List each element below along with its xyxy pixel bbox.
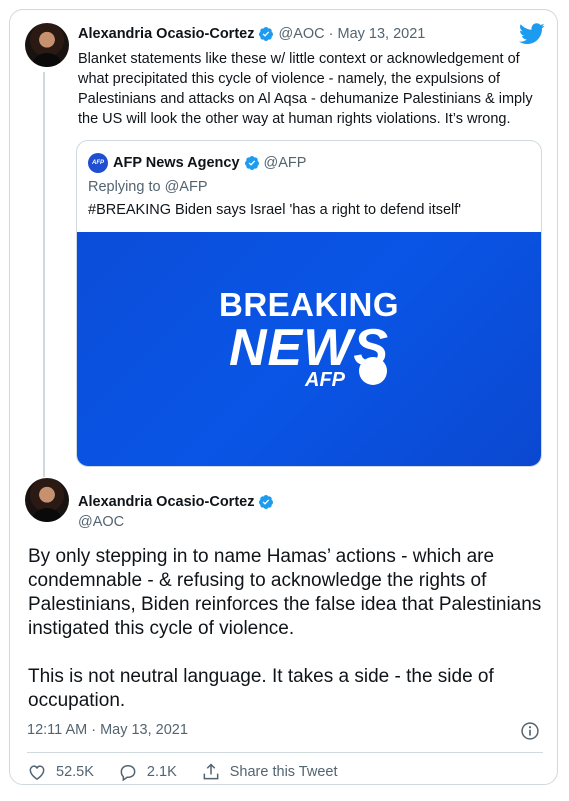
reply-button[interactable]: 2.1K	[118, 762, 177, 782]
quoted-author-handle: @AFP	[263, 155, 307, 171]
tweet-card: Alexandria Ocasio-Cortez @AOC · May 13, …	[9, 9, 558, 785]
quoted-author-name: AFP News Agency	[113, 155, 240, 171]
verified-badge-icon	[244, 156, 259, 170]
main-paragraph-1: By only stepping in to name Hamas’ actio…	[28, 546, 542, 639]
author-name[interactable]: Alexandria Ocasio-Cortez	[78, 26, 254, 42]
avatar[interactable]	[25, 478, 69, 522]
main-author-handle[interactable]: @AOC	[78, 514, 124, 530]
author-handle[interactable]: @AOC	[278, 26, 324, 42]
thread-line	[43, 72, 45, 477]
avatar[interactable]	[25, 23, 69, 67]
media-afp-logo: AFP	[305, 369, 345, 391]
reply-icon	[120, 764, 136, 782]
share-label: Share this Tweet	[229, 764, 338, 780]
main-author-name[interactable]: Alexandria Ocasio-Cortez	[78, 494, 254, 510]
heart-icon	[29, 765, 45, 780]
quoted-text: #BREAKING Biden says Israel 'has a right…	[88, 202, 462, 218]
media-afp-dot	[359, 357, 387, 385]
main-header: Alexandria Ocasio-Cortez	[78, 494, 278, 510]
verified-badge-icon	[259, 495, 274, 509]
quoted-header: AFP AFP News Agency @AFP	[88, 153, 306, 173]
reply-count: 2.1K	[146, 764, 177, 780]
replying-to-prefix: Replying to	[88, 179, 161, 195]
replying-to-handle[interactable]: @AFP	[165, 179, 208, 195]
quoted-tweet[interactable]: AFP AFP News Agency @AFP Replying to @AF…	[76, 140, 542, 467]
share-button[interactable]: Share this Tweet	[201, 762, 338, 782]
afp-avatar: AFP	[88, 153, 108, 173]
date-separator: ·	[328, 26, 334, 42]
share-icon	[203, 763, 219, 780]
main-paragraph-2: This is not neutral language. It takes a…	[28, 666, 494, 711]
verified-badge-icon	[259, 27, 274, 41]
tweet-date[interactable]: May 13, 2021	[337, 26, 425, 42]
like-count: 52.5K	[56, 764, 94, 780]
info-icon[interactable]	[520, 721, 540, 741]
like-button[interactable]: 52.5K	[27, 762, 94, 782]
twitter-logo-icon[interactable]	[519, 23, 545, 45]
replying-to: Replying to @AFP	[88, 179, 208, 195]
action-bar: 52.5K 2.1K Share this Tweet	[27, 762, 362, 782]
main-tweet-text: By only stepping in to name Hamas’ actio…	[28, 545, 548, 737]
reply-text: Blanket statements like these w/ little …	[78, 51, 533, 127]
divider	[27, 752, 543, 753]
breaking-news-image[interactable]: BREAKING NEWS AFP	[77, 232, 541, 466]
tweet-timestamp[interactable]: 12:11 AM · May 13, 2021	[27, 722, 188, 738]
reply-header: Alexandria Ocasio-Cortez @AOC · May 13, …	[78, 26, 425, 42]
